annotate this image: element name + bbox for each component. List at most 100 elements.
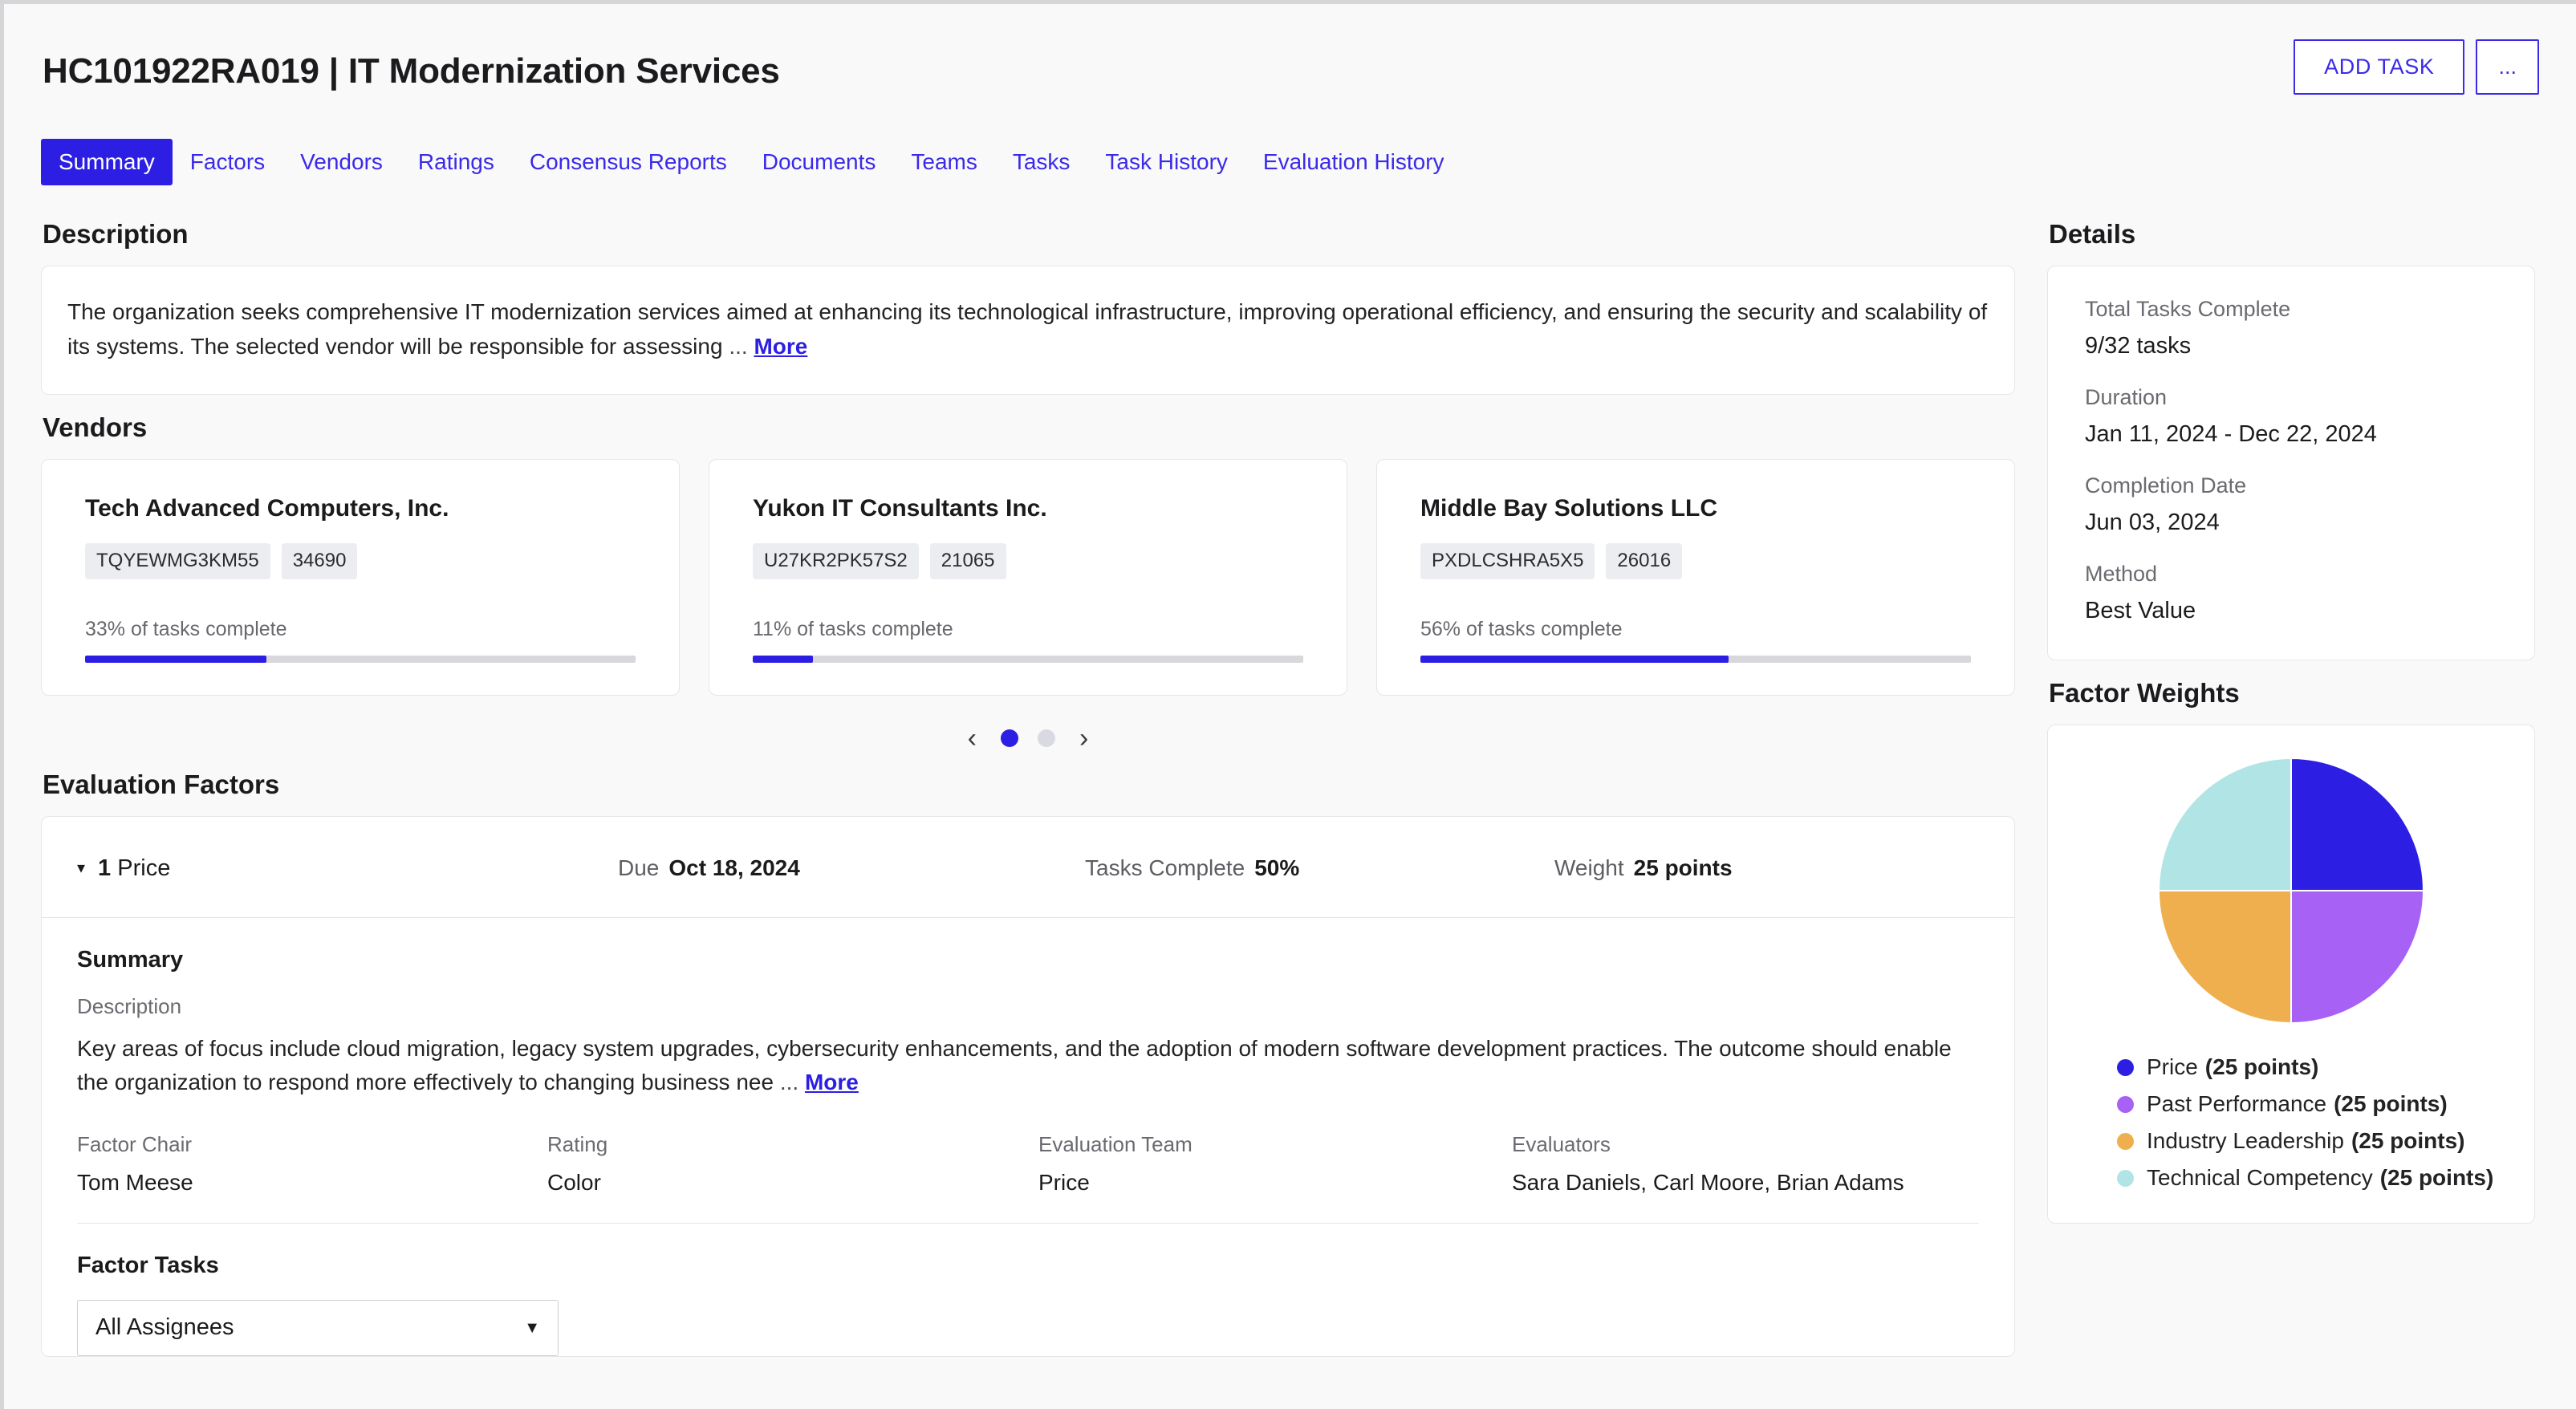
- factor-team-label: Evaluation Team: [1038, 1131, 1193, 1156]
- factor-description-label: Description: [77, 993, 182, 1018]
- assignee-filter-value: All Assignees: [95, 1314, 234, 1341]
- add-task-button[interactable]: ADD TASK: [2294, 39, 2465, 95]
- vendor-progress-bar: [753, 655, 1303, 663]
- legend-value: (25 points): [2350, 1128, 2465, 1153]
- factor-description-ellipsis: ...: [779, 1070, 799, 1095]
- legend-swatch-icon: [2117, 1169, 2134, 1187]
- tab-bar: Summary Factors Vendors Ratings Consensu…: [4, 139, 2576, 201]
- vendor-progress-fill: [1420, 655, 1729, 663]
- carousel-dot-1[interactable]: [1001, 729, 1018, 747]
- vendor-number-chip: 21065: [929, 543, 1006, 579]
- tab-task-history[interactable]: Task History: [1087, 139, 1245, 185]
- carousel-dot-2[interactable]: [1038, 729, 1055, 747]
- legend-label: Industry Leadership: [2147, 1128, 2344, 1153]
- evaluation-factors-heading: Evaluation Factors: [43, 769, 280, 799]
- vendor-card[interactable]: Tech Advanced Computers, Inc. TQYEWMG3KM…: [41, 459, 680, 696]
- factor-tasks-complete-value: 50%: [1254, 855, 1300, 881]
- factor-tasks-section: Factor Tasks All Assignees ▼: [42, 1224, 2014, 1356]
- factor-weights-legend: Price (25 points) Past Performance (25 poi…: [2077, 1054, 2505, 1191]
- factor-weights-pie-chart: [2077, 754, 2505, 1027]
- detail-value: 9/32 tasks: [2085, 333, 2192, 359]
- factor-index: 1: [98, 855, 112, 881]
- description-heading: Description: [43, 219, 189, 249]
- factor-tasks-complete-label: Tasks Complete: [1085, 855, 1245, 881]
- legend-item-technical-competency: Technical Competency (25 points): [2117, 1165, 2505, 1191]
- legend-label: Price: [2147, 1054, 2198, 1079]
- chevron-down-icon: ▼: [524, 1318, 540, 1337]
- details-card: Total Tasks Complete 9/32 tasks Duration…: [2047, 266, 2535, 660]
- detail-value: Jan 11, 2024 - Dec 22, 2024: [2085, 421, 2377, 447]
- carousel-next-icon[interactable]: ›: [1075, 725, 1093, 752]
- tab-ratings[interactable]: Ratings: [400, 139, 512, 185]
- factor-weight: Weight 25 points: [1554, 855, 1733, 881]
- tab-evaluation-history[interactable]: Evaluation History: [1245, 139, 1462, 185]
- detail-label: Total Tasks Complete: [2085, 297, 2291, 321]
- description-text-block: The organization seeks comprehensive IT …: [67, 295, 1989, 363]
- factor-meta-row: Factor Chair Tom Meese Rating Color Eval…: [77, 1127, 1979, 1224]
- factor-summary-section: Summary Description Key areas of focus i…: [42, 918, 2014, 1224]
- vendor-code-chip: TQYEWMG3KM55: [85, 543, 270, 579]
- tab-vendors[interactable]: Vendors: [282, 139, 400, 185]
- factor-meta-team: Evaluation Team Price: [1038, 1132, 1512, 1196]
- detail-value: Best Value: [2085, 598, 2196, 623]
- vendor-progress-label: 33% of tasks complete: [85, 617, 287, 640]
- detail-value: Jun 03, 2024: [2085, 510, 2220, 535]
- pie-chart-svg: [2157, 757, 2425, 1025]
- tab-tasks[interactable]: Tasks: [995, 139, 1088, 185]
- legend-item-past-performance: Past Performance (25 points): [2117, 1091, 2505, 1117]
- factor-weights-heading: Factor Weights: [2049, 678, 2240, 708]
- assignee-filter-select[interactable]: All Assignees ▼: [77, 1299, 559, 1356]
- pie-slice: [2157, 757, 2292, 891]
- vendor-progress-fill: [85, 655, 267, 663]
- tab-teams[interactable]: Teams: [893, 139, 994, 185]
- vendor-progress-label: 56% of tasks complete: [1420, 617, 1623, 640]
- vendor-number-chip: 26016: [1606, 543, 1683, 579]
- factor-description-text: Key areas of focus include cloud migrati…: [77, 1035, 1952, 1095]
- legend-label: Technical Competency: [2147, 1165, 2373, 1190]
- content-area: Description The organization seeks compr…: [4, 201, 2576, 1357]
- detail-label: Method: [2085, 562, 2158, 586]
- vendor-code-chip: PXDLCSHRA5X5: [1420, 543, 1595, 579]
- page-title: HC101922RA019 | IT Modernization Service…: [43, 51, 780, 91]
- factor-meta-chair: Factor Chair Tom Meese: [77, 1132, 547, 1196]
- factor-description-block: Key areas of focus include cloud migrati…: [77, 1032, 1979, 1100]
- description-card: The organization seeks comprehensive IT …: [41, 266, 2015, 396]
- app-root: HC101922RA019 | IT Modernization Service…: [0, 0, 2576, 1409]
- description-more-link[interactable]: More: [754, 334, 807, 359]
- factor-meta-evaluators: Evaluators Sara Daniels, Carl Moore, Bri…: [1512, 1132, 1979, 1196]
- factor-due-label: Due: [618, 855, 660, 881]
- pie-slice: [2290, 757, 2425, 891]
- factor-rating-value: Color: [547, 1169, 601, 1195]
- carousel-prev-icon[interactable]: ‹: [963, 725, 981, 752]
- tab-summary[interactable]: Summary: [41, 139, 173, 186]
- factor-weight-value: 25 points: [1633, 855, 1733, 881]
- factor-evaluators-value: Sara Daniels, Carl Moore, Brian Adams: [1512, 1169, 1904, 1195]
- vendor-chips: PXDLCSHRA5X5 26016: [1420, 543, 1971, 579]
- detail-method: Method Best Value: [2085, 562, 2497, 624]
- factor-name: Price: [117, 855, 171, 881]
- factor-chair-label: Factor Chair: [77, 1131, 193, 1156]
- vendor-name: Middle Bay Solutions LLC: [1420, 495, 1718, 522]
- vendor-card-list: Tech Advanced Computers, Inc. TQYEWMG3KM…: [41, 459, 2015, 696]
- legend-value: (25 points): [2204, 1054, 2319, 1079]
- tab-factors[interactable]: Factors: [173, 139, 282, 185]
- pie-slice: [2157, 890, 2292, 1025]
- tab-consensus-reports[interactable]: Consensus Reports: [512, 139, 745, 185]
- factor-summary-heading: Summary: [77, 946, 184, 972]
- vendor-card[interactable]: Middle Bay Solutions LLC PXDLCSHRA5X5 26…: [1376, 459, 2015, 696]
- legend-value: (25 points): [2379, 1165, 2494, 1190]
- factor-rating-label: Rating: [547, 1131, 608, 1156]
- factor-description-more-link[interactable]: More: [805, 1070, 859, 1094]
- factor-title: 1 Price: [98, 855, 170, 882]
- factor-tasks-heading: Factor Tasks: [77, 1252, 219, 1278]
- chevron-down-icon[interactable]: ▾: [77, 860, 85, 876]
- factor-due-value: Oct 18, 2024: [668, 855, 800, 881]
- tab-documents[interactable]: Documents: [745, 139, 894, 185]
- more-actions-button[interactable]: ...: [2476, 39, 2539, 95]
- detail-total-tasks-complete: Total Tasks Complete 9/32 tasks: [2085, 297, 2497, 359]
- factor-header-row[interactable]: ▾ 1 Price Due Oct 18, 2024 Tasks Complete…: [42, 817, 2014, 918]
- vendor-card[interactable]: Yukon IT Consultants Inc. U27KR2PK57S2 2…: [709, 459, 1347, 696]
- evaluation-factor-card: ▾ 1 Price Due Oct 18, 2024 Tasks Complete…: [41, 815, 2015, 1357]
- vendor-chips: U27KR2PK57S2 21065: [753, 543, 1303, 579]
- vendor-progress-bar: [85, 655, 636, 663]
